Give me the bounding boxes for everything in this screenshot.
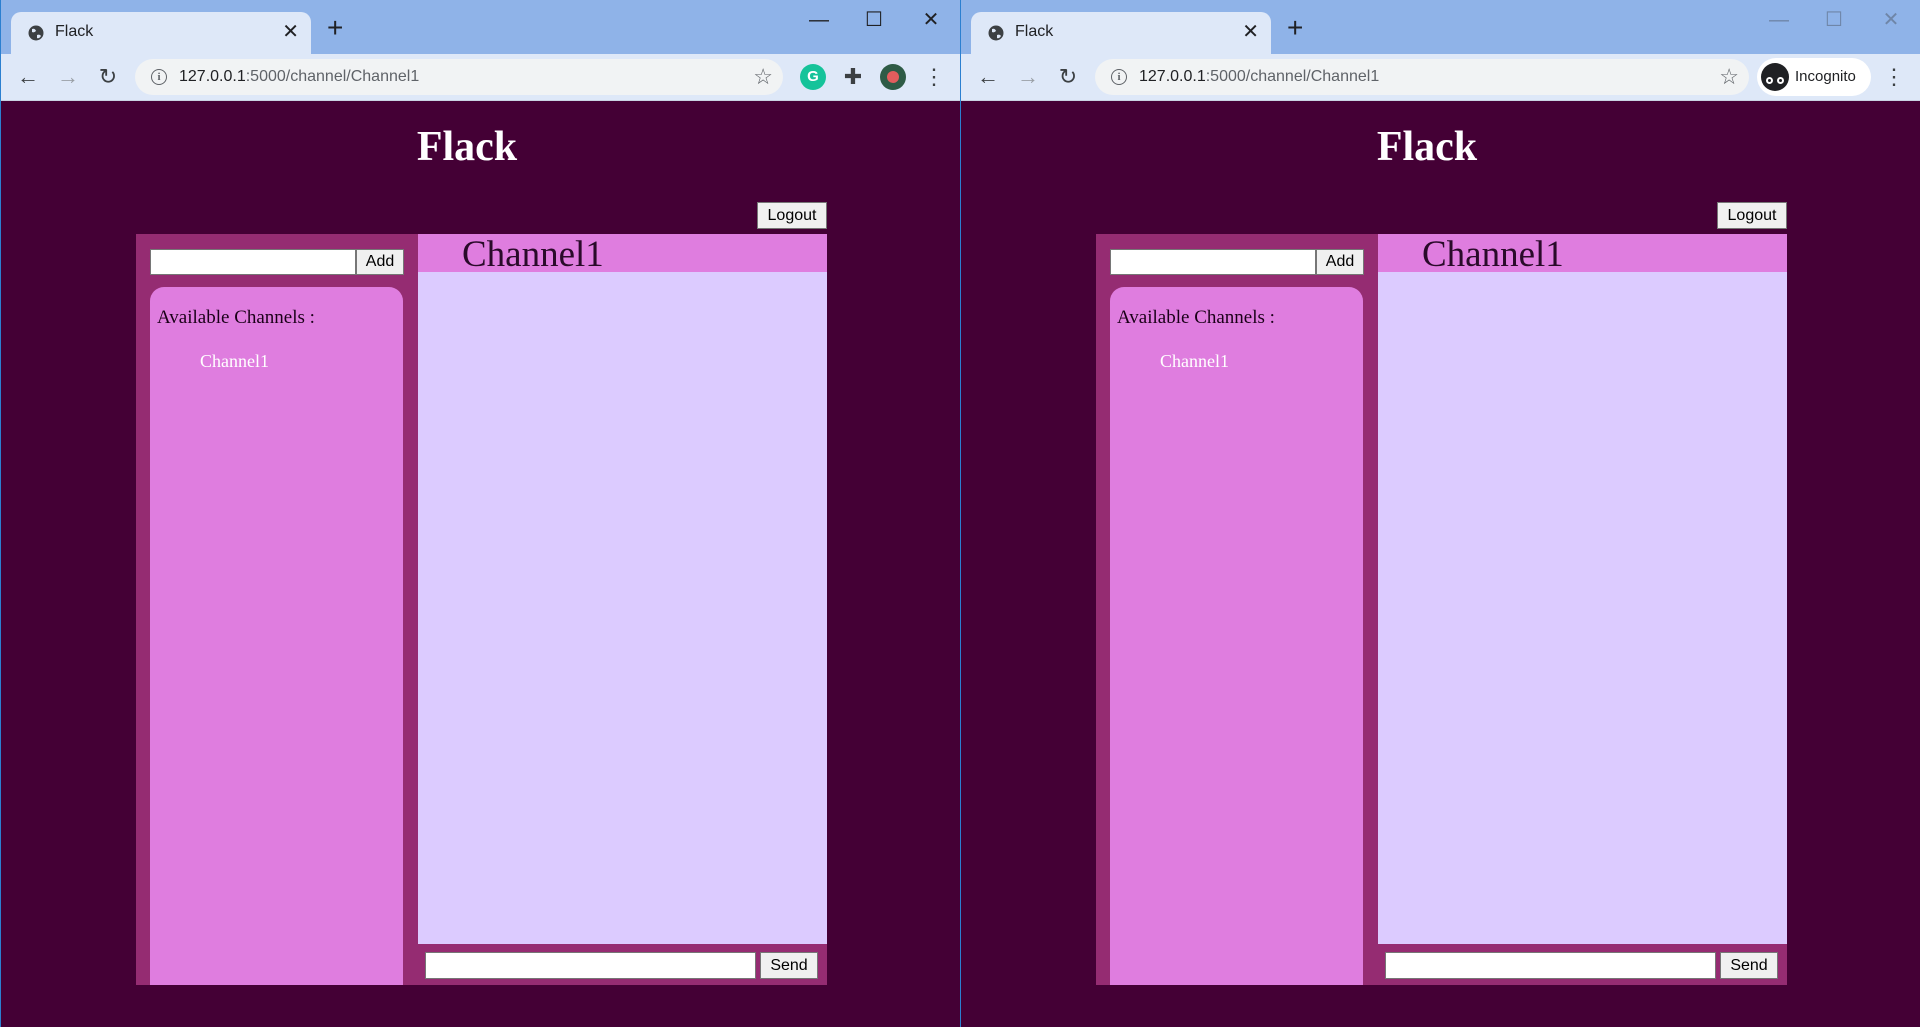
- messages-area: [1378, 272, 1787, 944]
- new-channel-input[interactable]: [1110, 249, 1316, 275]
- incognito-icon: [1761, 63, 1789, 91]
- minimize-icon[interactable]: —: [1759, 6, 1799, 34]
- star-icon[interactable]: ☆: [1719, 64, 1739, 90]
- browser-tab[interactable]: Flack ✕: [11, 12, 311, 54]
- title-bar: Flack ✕ + — ☐ ✕: [961, 0, 1920, 54]
- send-button[interactable]: Send: [760, 952, 818, 979]
- reload-icon[interactable]: ↻: [93, 62, 123, 92]
- tab-title: Flack: [55, 23, 94, 40]
- grammarly-icon[interactable]: G: [800, 64, 826, 90]
- back-arrow-icon[interactable]: ←: [973, 62, 1003, 92]
- back-arrow-icon[interactable]: ←: [13, 62, 43, 92]
- channel-link[interactable]: Channel1: [200, 351, 269, 372]
- kebab-menu-icon[interactable]: ⋮: [923, 62, 945, 92]
- url-text: 127.0.0.1:5000/channel/Channel1: [179, 68, 420, 85]
- logout-button[interactable]: Logout: [757, 202, 827, 229]
- incognito-badge[interactable]: Incognito: [1757, 58, 1871, 96]
- channels-heading: Available Channels :: [1117, 307, 1275, 328]
- message-input[interactable]: [1385, 952, 1716, 979]
- new-tab-button[interactable]: +: [1287, 14, 1303, 42]
- channel-list-panel: Available Channels : Channel1: [1110, 287, 1363, 985]
- main-container: Add Available Channels : Channel1 Channe…: [1096, 234, 1787, 985]
- globe-icon: [988, 25, 1004, 41]
- browser-toolbar: ← → ↻ i 127.0.0.1:5000/channel/Channel1 …: [961, 54, 1920, 101]
- address-bar[interactable]: i 127.0.0.1:5000/channel/Channel1 ☆: [135, 59, 783, 95]
- messages-area: [418, 272, 827, 944]
- browser-toolbar: ← → ↻ i 127.0.0.1:5000/channel/Channel1 …: [1, 54, 960, 101]
- incognito-label: Incognito: [1795, 68, 1856, 85]
- title-bar: Flack ✕ + — ☐ ✕: [1, 0, 960, 54]
- star-icon[interactable]: ☆: [753, 64, 773, 90]
- app-title: Flack: [1376, 124, 1478, 170]
- flack-page: Flack Logout Add Available Channels : Ch…: [961, 101, 1920, 1027]
- channel-link[interactable]: Channel1: [1160, 351, 1229, 372]
- puzzle-icon[interactable]: ✚: [840, 64, 866, 90]
- close-window-icon[interactable]: ✕: [1871, 6, 1911, 34]
- flack-page: Flack Logout Add Available Channels : Ch…: [1, 101, 960, 1027]
- send-button[interactable]: Send: [1720, 952, 1778, 979]
- browser-window-normal: Flack ✕ + — ☐ ✕ ← → ↻ i 127.0.0.1:5000/c…: [0, 0, 960, 1027]
- tab-close-icon[interactable]: ✕: [1242, 20, 1259, 44]
- close-window-icon[interactable]: ✕: [911, 6, 951, 34]
- chat-header: Channel1: [1378, 234, 1787, 275]
- tab-title: Flack: [1015, 23, 1054, 40]
- info-icon[interactable]: i: [1111, 69, 1127, 85]
- maximize-icon[interactable]: ☐: [1814, 6, 1854, 34]
- channel-title: Channel1: [462, 234, 604, 275]
- add-channel-button[interactable]: Add: [1316, 249, 1364, 275]
- info-icon[interactable]: i: [151, 69, 167, 85]
- globe-icon: [28, 25, 44, 41]
- maximize-icon[interactable]: ☐: [854, 6, 894, 34]
- forward-arrow-icon[interactable]: →: [1013, 62, 1043, 92]
- logout-button[interactable]: Logout: [1717, 202, 1787, 229]
- main-container: Add Available Channels : Channel1 Channe…: [136, 234, 827, 985]
- tab-close-icon[interactable]: ✕: [282, 20, 299, 44]
- kebab-menu-icon[interactable]: ⋮: [1883, 62, 1905, 92]
- forward-arrow-icon[interactable]: →: [53, 62, 83, 92]
- address-bar[interactable]: i 127.0.0.1:5000/channel/Channel1 ☆: [1095, 59, 1749, 95]
- minimize-icon[interactable]: —: [799, 6, 839, 34]
- channel-title: Channel1: [1422, 234, 1564, 275]
- new-channel-input[interactable]: [150, 249, 356, 275]
- channel-list-panel: Available Channels : Channel1: [150, 287, 403, 985]
- url-text: 127.0.0.1:5000/channel/Channel1: [1139, 68, 1380, 85]
- browser-tab[interactable]: Flack ✕: [971, 12, 1271, 54]
- message-input[interactable]: [425, 952, 756, 979]
- app-title: Flack: [416, 124, 518, 170]
- reload-icon[interactable]: ↻: [1053, 62, 1083, 92]
- add-channel-button[interactable]: Add: [356, 249, 404, 275]
- channels-heading: Available Channels :: [157, 307, 315, 328]
- new-tab-button[interactable]: +: [327, 14, 343, 42]
- profile-avatar-icon[interactable]: [880, 64, 906, 90]
- browser-window-incognito: Flack ✕ + — ☐ ✕ ← → ↻ i 127.0.0.1:5000/c…: [960, 0, 1920, 1027]
- chat-header: Channel1: [418, 234, 827, 275]
